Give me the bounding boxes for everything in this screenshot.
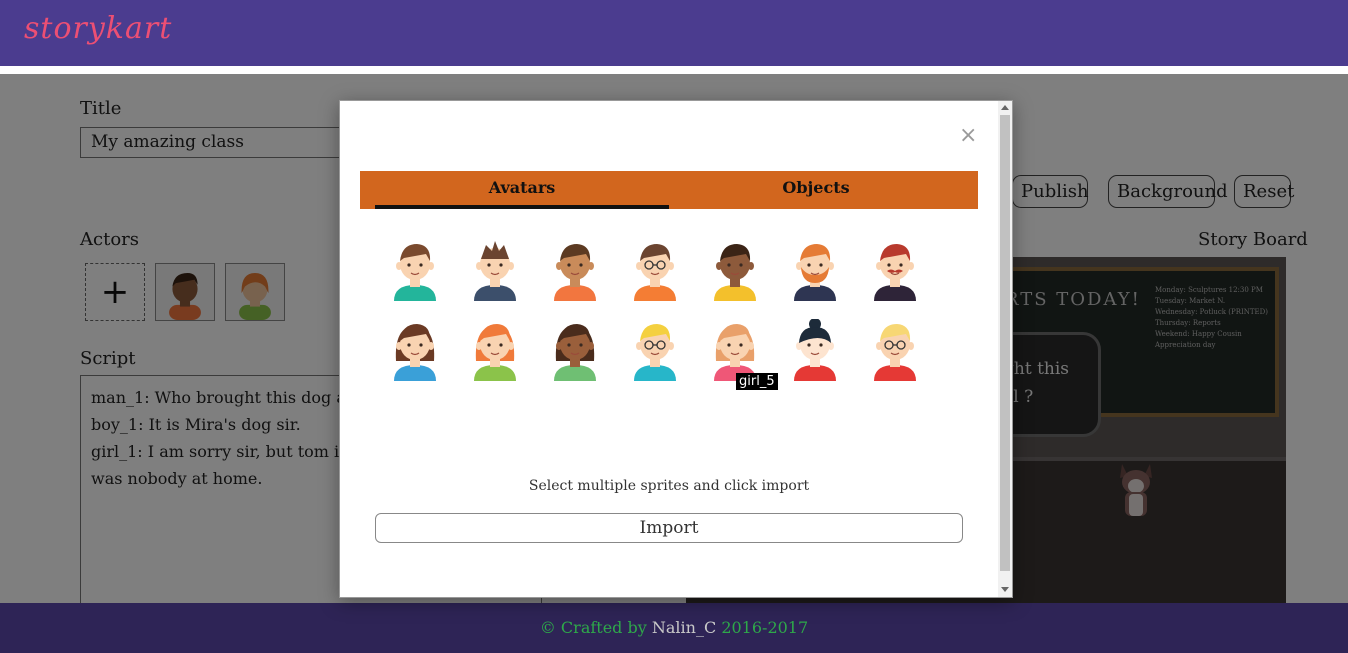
sprite-tooltip: girl_5 (736, 373, 778, 390)
avatar-icon (794, 319, 836, 381)
close-icon[interactable]: × (959, 123, 977, 148)
import-hint: Select multiple sprites and click import (528, 478, 810, 494)
avatar-icon (634, 324, 676, 381)
sprite-boy_1[interactable] (380, 235, 450, 305)
avatar-icon (714, 324, 756, 381)
sprite-man_2[interactable] (860, 235, 930, 305)
avatar-icon (474, 324, 516, 381)
avatar-icon (474, 241, 516, 301)
avatar-icon (874, 244, 916, 301)
sprite-boy_4[interactable] (620, 235, 690, 305)
scroll-thumb[interactable] (1000, 115, 1010, 571)
modal-scrollbar[interactable] (998, 101, 1012, 597)
tab-objects[interactable]: Objects (669, 171, 963, 209)
avatar-icon (554, 324, 596, 381)
footer-credit: © Crafted by (539, 618, 647, 637)
avatar-icon (394, 324, 436, 381)
navbar-divider (0, 66, 1348, 74)
scroll-down-arrow-icon[interactable] (1001, 587, 1009, 592)
sprite-grid (380, 235, 960, 395)
avatar-icon (874, 324, 916, 381)
sprite-girl_3[interactable] (540, 315, 610, 385)
scroll-up-arrow-icon[interactable] (1001, 105, 1009, 110)
import-button[interactable]: Import (375, 513, 963, 543)
sprite-boy_2[interactable] (460, 235, 530, 305)
avatar-icon (714, 244, 756, 301)
sprite-girl_4[interactable] (620, 315, 690, 385)
footer-years: 2016-2017 (721, 618, 809, 637)
sprite-girl_2[interactable] (460, 315, 530, 385)
sprite-boy_3[interactable] (540, 235, 610, 305)
footer-author: Nalin_C (651, 618, 717, 637)
sprite-picker-modal: × Avatars Objects girl_5 Select multiple… (339, 100, 1013, 598)
top-navbar: storykart (0, 0, 1348, 66)
tab-avatars[interactable]: Avatars (375, 171, 669, 209)
sprite-girl_6[interactable] (780, 315, 850, 385)
avatar-icon (554, 244, 596, 301)
sprite-tabs: Avatars Objects (360, 171, 978, 209)
footer: © Crafted by Nalin_C 2016-2017 (0, 603, 1348, 653)
avatar-icon (394, 244, 436, 301)
app-logo[interactable]: storykart (24, 11, 172, 46)
sprite-man_1[interactable] (780, 235, 850, 305)
sprite-boy_5[interactable] (700, 235, 770, 305)
avatar-icon (634, 244, 676, 301)
sprite-girl_7[interactable] (860, 315, 930, 385)
sprite-girl_1[interactable] (380, 315, 450, 385)
avatar-icon (794, 244, 836, 301)
